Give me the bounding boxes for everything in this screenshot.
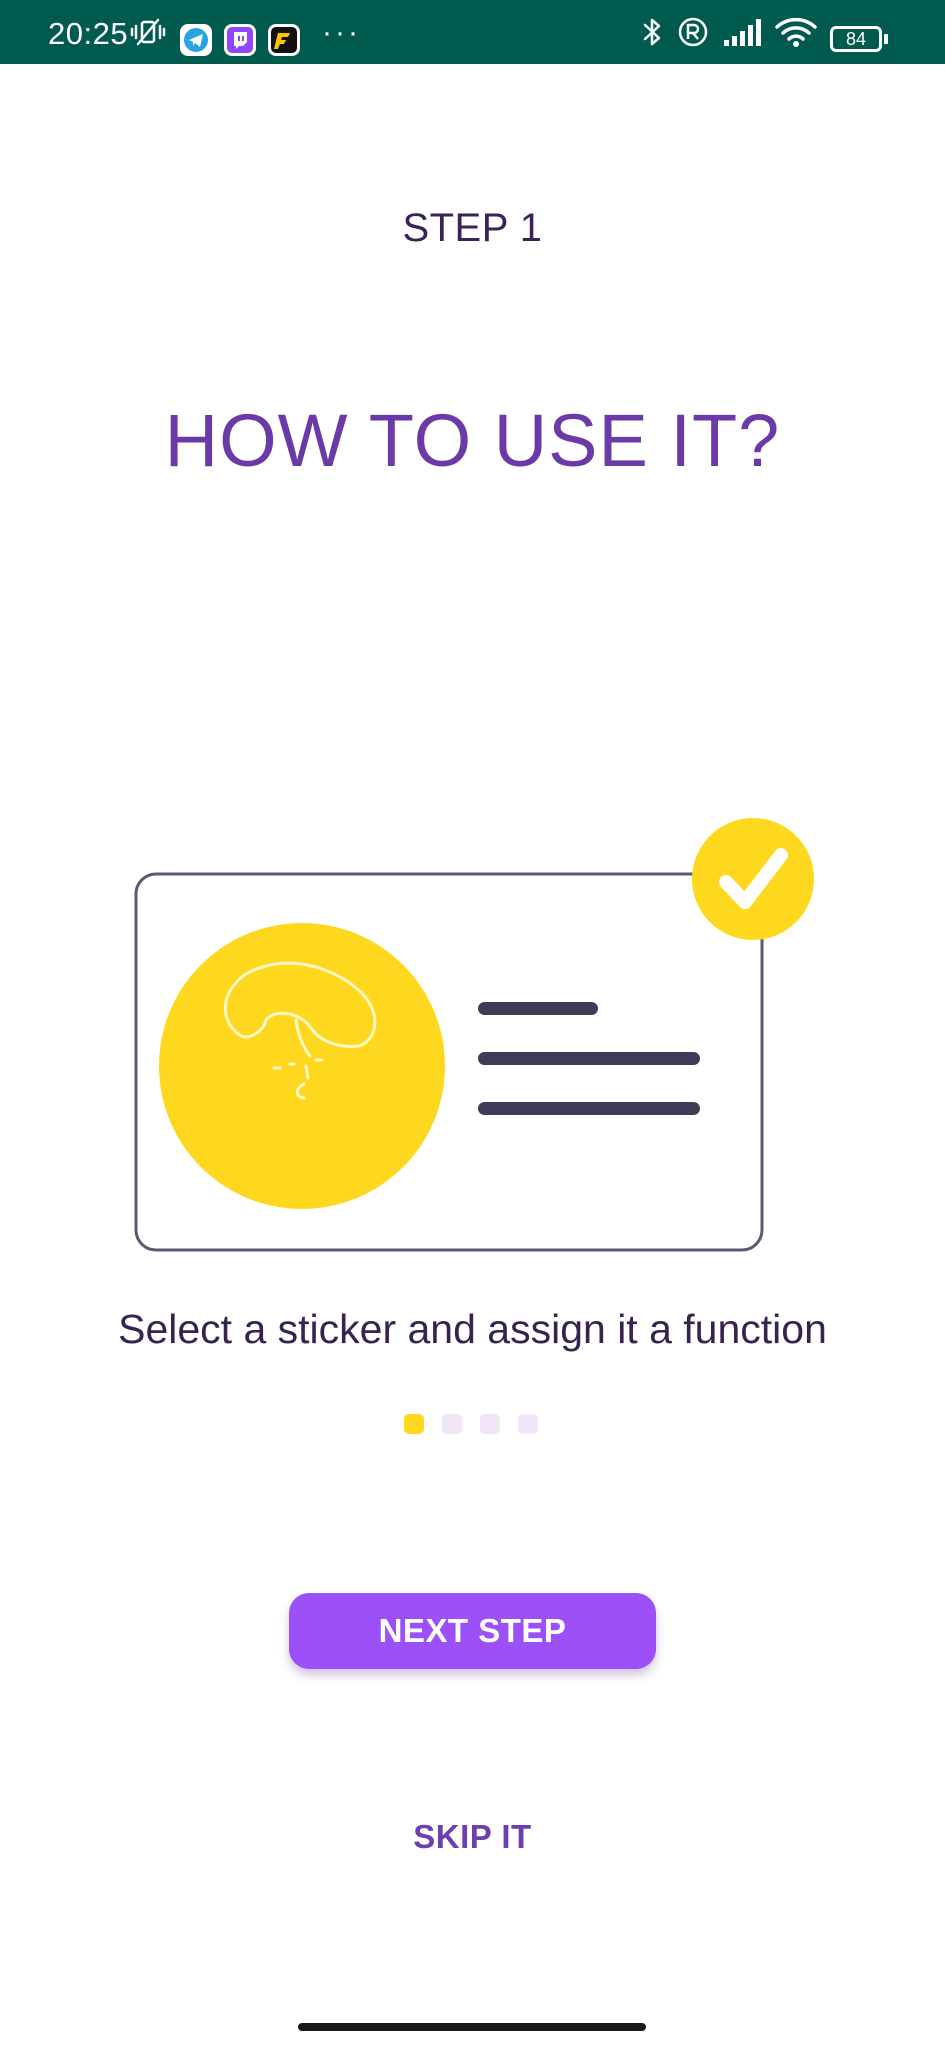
bluetooth-icon <box>643 18 661 46</box>
mute-vibrate-icon <box>130 18 166 46</box>
battery-icon: 84 <box>830 26 882 52</box>
status-time: 20:25 <box>48 16 129 51</box>
check-badge <box>692 818 814 940</box>
more-notifications-icon: ··· <box>322 16 361 49</box>
page-dot-3 <box>480 1414 500 1434</box>
onboarding-screen: 20:25 ··· 84 STEP 1 HOW TO USE IT? Selec… <box>0 0 945 2048</box>
registered-icon <box>678 17 708 47</box>
step-label: STEP 1 <box>402 206 543 250</box>
home-indicator[interactable] <box>298 2023 646 2031</box>
twitch-icon <box>224 24 256 56</box>
text-line-1 <box>478 1002 598 1015</box>
sticker-card-illustration <box>134 818 814 1252</box>
sticker-circle <box>159 923 445 1209</box>
next-step-button[interactable]: NEXT STEP <box>289 1593 656 1669</box>
skip-button[interactable]: SKIP IT <box>0 1818 945 1856</box>
page-dot-4 <box>518 1414 538 1434</box>
battery-nub <box>884 34 888 44</box>
wifi-icon <box>775 17 817 47</box>
fuel-app-icon <box>268 24 300 56</box>
telegram-icon <box>180 24 212 56</box>
page-dot-2 <box>442 1414 462 1434</box>
text-line-3 <box>478 1102 700 1115</box>
signal-icon <box>724 19 761 46</box>
text-line-2 <box>478 1052 700 1065</box>
page-title: HOW TO USE IT? <box>164 399 781 482</box>
step-description: Select a sticker and assign it a functio… <box>118 1306 827 1352</box>
page-dot-1 <box>404 1414 424 1434</box>
status-bar: 20:25 ··· 84 <box>0 0 945 64</box>
